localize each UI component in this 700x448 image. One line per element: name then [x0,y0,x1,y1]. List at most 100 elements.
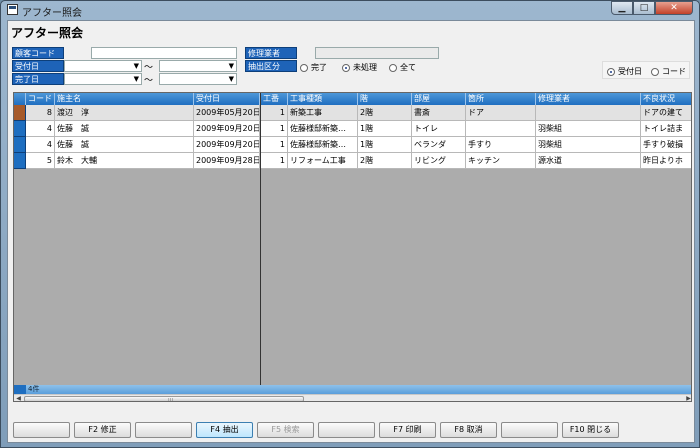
cell-code[interactable]: 5 [26,153,55,169]
row-header[interactable] [14,153,26,169]
cell-contractor[interactable]: 羽柴組 [536,121,641,137]
scroll-right-icon[interactable]: ▶ [684,395,691,401]
cell-owner[interactable]: 鈴木 大輔 [55,153,194,169]
column-header-owner[interactable]: 施主名 [55,93,194,105]
complete-date-from[interactable]: ▼ [64,73,142,85]
complete-date-label: 完了日 [12,73,64,85]
cell-owner[interactable]: 渡辺 淳 [55,105,194,121]
cell-room[interactable]: 書斎 [412,105,466,121]
cell-work-type[interactable]: リフォーム工事 [288,153,358,169]
chevron-down-icon: ▼ [228,62,234,70]
contractor-label: 修理業者 [245,47,297,59]
close-button[interactable]: ✕ [655,1,693,15]
option-label: 受付日 [618,67,642,76]
column-header-floor[interactable]: 階 [358,93,412,105]
f10-close-button[interactable]: F10 閉じる [562,422,619,438]
cell-accept-date[interactable]: 2009年09月20日 [194,121,260,137]
table-row[interactable]: 8 渡辺 淳 2009年05月20日 1 新築工事 2階 書斎 ドア ドアの建て [14,105,691,121]
column-header-room[interactable]: 部屋 [412,93,466,105]
column-header-defect[interactable]: 不良状況 [641,93,691,105]
cell-contractor[interactable]: 羽柴組 [536,137,641,153]
main-panel: アフター照会 顧客コード 修理業者 受付日 ▼ ～ ▼ 抽出区分 完了 未処理 … [7,20,695,443]
minimize-button[interactable]: ▁ [611,1,633,15]
accept-date-from[interactable]: ▼ [64,60,142,72]
customer-code-input[interactable] [91,47,237,59]
sort-radio-group: 受付日 コード [602,61,690,79]
minimize-icon: ▁ [618,3,626,13]
cell-floor[interactable]: 1階 [358,137,412,153]
cell-work-type[interactable]: 新築工事 [288,105,358,121]
cell-defect[interactable]: ドアの建て [641,105,691,121]
app-window: アフター照会 ▁ □ ✕ アフター照会 顧客コード 修理業者 受付日 ▼ ～ ▼… [0,0,700,448]
cell-owner[interactable]: 佐藤 誠 [55,121,194,137]
column-header-location[interactable]: 箇所 [466,93,536,105]
results-grid[interactable]: コード 施主名 受付日 工番 工事種類 階 部屋 箇所 修理業者 不良状況 8 … [13,92,692,402]
column-header-contractor[interactable]: 修理業者 [536,93,641,105]
cell-job-no[interactable]: 1 [261,137,288,153]
page-title: アフター照会 [11,26,84,40]
table-row[interactable]: 4 佐藤 誠 2009年09月20日 1 佐藤様邸新築… 1階 トイレ 羽柴組 … [14,121,691,137]
title-bar[interactable]: アフター照会 ▁ □ ✕ [1,1,699,19]
option-label: 完了 [311,63,327,72]
cell-accept-date[interactable]: 2009年09月20日 [194,137,260,153]
sort-option-date[interactable]: 受付日 [607,66,642,77]
radio-icon [651,67,659,76]
cell-room[interactable]: トイレ [412,121,466,137]
cell-floor[interactable]: 2階 [358,105,412,121]
maximize-button[interactable]: □ [633,1,655,15]
column-header-accept-date[interactable]: 受付日 [194,93,260,105]
column-header-job-no[interactable]: 工番 [261,93,288,105]
f2-edit-button[interactable]: F2 修正 [74,422,131,438]
cell-room[interactable]: ベランダ [412,137,466,153]
sort-option-code[interactable]: コード [651,66,686,77]
extract-option-all[interactable]: 全て [389,62,416,73]
accept-date-to[interactable]: ▼ [159,60,237,72]
table-row[interactable]: 5 鈴木 大輔 2009年09月28日 1 リフォーム工事 2階 リビング キッ… [14,153,691,169]
radio-icon [300,63,308,72]
radio-selected-icon [342,63,350,72]
f4-extract-button[interactable]: F4 抽出 [196,422,253,438]
cell-location[interactable]: ドア [466,105,536,121]
window-controls: ▁ □ ✕ [611,1,693,15]
extract-option-unprocessed[interactable]: 未処理 [342,62,377,73]
row-header[interactable] [14,121,26,137]
column-header-work-type[interactable]: 工事種類 [288,93,358,105]
f7-print-button[interactable]: F7 印刷 [379,422,436,438]
cell-code[interactable]: 8 [26,105,55,121]
column-header-code[interactable]: コード [26,93,55,105]
f3-button [135,422,192,438]
cell-work-type[interactable]: 佐藤様邸新築… [288,137,358,153]
cell-accept-date[interactable]: 2009年05月20日 [194,105,260,121]
cell-room[interactable]: リビング [412,153,466,169]
cell-job-no[interactable]: 1 [261,105,288,121]
cell-location[interactable]: 手すり [466,137,536,153]
footer-row-header [14,385,26,394]
cell-accept-date[interactable]: 2009年09月28日 [194,153,260,169]
table-row[interactable]: 4 佐藤 誠 2009年09月20日 1 佐藤様邸新築… 1階 ベランダ 手すり… [14,137,691,153]
cell-defect[interactable]: 昨日よりホ [641,153,691,169]
scrollbar-thumb[interactable]: ||| [24,396,304,401]
cell-job-no[interactable]: 1 [261,121,288,137]
contractor-input[interactable] [315,47,439,59]
cell-owner[interactable]: 佐藤 誠 [55,137,194,153]
cell-job-no[interactable]: 1 [261,153,288,169]
cell-contractor[interactable] [536,105,641,121]
cell-defect[interactable]: トイレ詰ま [641,121,691,137]
row-header-current[interactable] [14,105,26,121]
cell-defect[interactable]: 手すり破損 [641,137,691,153]
cell-code[interactable]: 4 [26,121,55,137]
cell-floor[interactable]: 2階 [358,153,412,169]
cell-contractor[interactable]: 源水道 [536,153,641,169]
cell-work-type[interactable]: 佐藤様邸新築… [288,121,358,137]
cell-location[interactable]: キッチン [466,153,536,169]
complete-date-to[interactable]: ▼ [159,73,237,85]
f8-cancel-button[interactable]: F8 取消 [440,422,497,438]
cell-floor[interactable]: 1階 [358,121,412,137]
scroll-left-icon[interactable]: ◀ [14,395,23,401]
cell-code[interactable]: 4 [26,137,55,153]
horizontal-scrollbar[interactable]: ◀ ||| ▶ [14,394,691,401]
window-title: アフター照会 [22,8,82,19]
row-header[interactable] [14,137,26,153]
extract-option-complete[interactable]: 完了 [300,62,327,73]
cell-location[interactable] [466,121,536,137]
